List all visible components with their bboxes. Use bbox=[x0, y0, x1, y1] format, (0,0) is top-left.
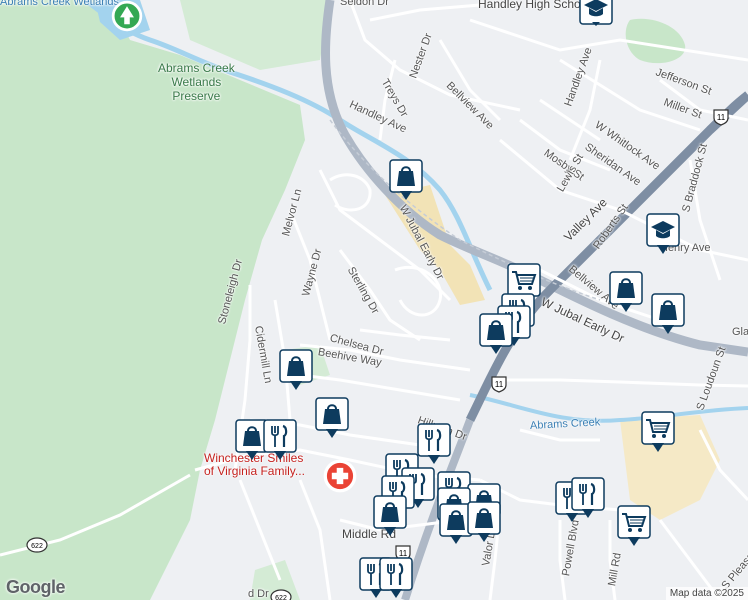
label-d-dr: d Dr bbox=[248, 588, 269, 600]
shopping-bag-icon bbox=[651, 293, 685, 334]
shopping-bag-marker[interactable] bbox=[650, 292, 686, 336]
school-marker[interactable] bbox=[645, 212, 681, 256]
shopping-cart-marker[interactable] bbox=[640, 410, 676, 454]
map-attribution[interactable]: Map data ©2025 bbox=[665, 587, 748, 600]
shopping-bag-icon bbox=[373, 495, 407, 536]
school-marker-edge[interactable] bbox=[740, 120, 748, 164]
label-abrams-wetlands-top: Abrams Creek Wetlands bbox=[0, 0, 120, 8]
park-marker[interactable] bbox=[109, 0, 143, 32]
school-marker-handley[interactable] bbox=[578, 0, 614, 34]
fork-knife-icon bbox=[417, 423, 451, 464]
shopping-cart-icon bbox=[641, 411, 675, 452]
shopping-cart-icon bbox=[617, 505, 651, 546]
shopping-bag-icon bbox=[609, 271, 643, 312]
fork-knife-icon bbox=[263, 419, 297, 460]
shield-number: 11 bbox=[717, 113, 726, 122]
wetlands-preserve-area bbox=[0, 0, 305, 600]
shopping-bag-marker[interactable] bbox=[478, 312, 514, 356]
shopping-bag-marker[interactable] bbox=[278, 348, 314, 392]
us-route-11-shield: 11 bbox=[712, 108, 730, 126]
fork-knife-marker[interactable] bbox=[378, 556, 414, 600]
shield-number: 622 bbox=[275, 595, 287, 600]
clinic-line-2: of Virginia Family... bbox=[204, 464, 305, 478]
shield-number: 622 bbox=[31, 543, 43, 550]
shopping-bag-icon bbox=[279, 349, 313, 390]
fork-knife-icon bbox=[379, 557, 413, 598]
medical-clinic-marker[interactable] bbox=[322, 454, 357, 493]
shopping-bag-marker[interactable] bbox=[466, 500, 502, 544]
preserve-line-2: Wetlands bbox=[171, 75, 222, 89]
fork-knife-marker[interactable] bbox=[262, 418, 298, 462]
us-route-11-shield: 11 bbox=[490, 375, 508, 393]
shield-number: 11 bbox=[495, 380, 504, 389]
state-route-shield: 622 bbox=[270, 588, 292, 600]
tree-icon bbox=[111, 0, 143, 32]
fork-knife-marker[interactable] bbox=[570, 476, 606, 520]
shopping-bag-icon bbox=[315, 397, 349, 438]
label-wetlands-preserve: Abrams Creek Wetlands Preserve bbox=[158, 61, 235, 103]
fork-knife-marker[interactable] bbox=[416, 422, 452, 466]
shopping-bag-marker[interactable] bbox=[314, 396, 350, 440]
hospital-icon bbox=[323, 459, 357, 493]
shopping-bag-marker[interactable] bbox=[388, 158, 424, 202]
label-handley-high: Handley High School bbox=[478, 0, 591, 11]
shopping-bag-icon bbox=[389, 159, 423, 200]
preserve-line-1: Abrams Creek bbox=[158, 61, 235, 75]
shopping-bag-icon bbox=[479, 313, 513, 354]
label-seldon-dr: Seldon Dr bbox=[340, 0, 389, 8]
label-glaize: Gla bbox=[732, 326, 748, 338]
shopping-bag-icon bbox=[467, 501, 501, 542]
graduation-cap-icon bbox=[740, 120, 748, 164]
map-canvas[interactable]: Abrams Creek Wetlands Abrams Creek Wetla… bbox=[0, 0, 748, 600]
state-route-622-shield: 622 bbox=[26, 536, 48, 554]
shopping-cart-marker[interactable] bbox=[616, 504, 652, 548]
graduation-cap-icon bbox=[579, 0, 613, 26]
shopping-bag-marker[interactable] bbox=[372, 494, 408, 538]
fork-knife-icon bbox=[571, 477, 605, 518]
preserve-line-3: Preserve bbox=[172, 89, 221, 103]
graduation-cap-icon bbox=[646, 213, 680, 254]
google-logo: Google bbox=[6, 577, 66, 597]
shopping-bag-marker[interactable] bbox=[608, 270, 644, 314]
